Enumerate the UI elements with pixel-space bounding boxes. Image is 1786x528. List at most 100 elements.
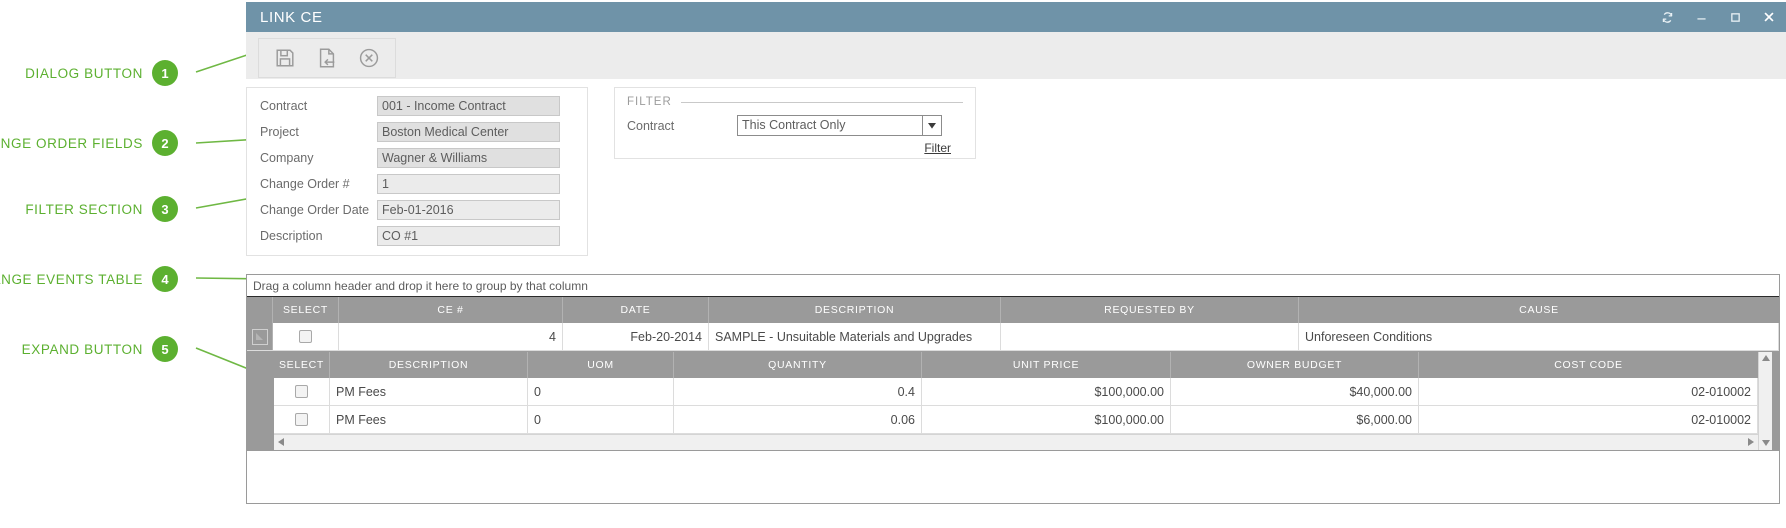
label-change-order-date: Change Order Date bbox=[247, 203, 377, 217]
collapse-triangle-icon[interactable] bbox=[252, 329, 268, 345]
scroll-right-icon[interactable] bbox=[1748, 438, 1754, 448]
detail-row-cost-code: 02-010002 bbox=[1419, 378, 1758, 405]
detail-header-uom[interactable]: UOM bbox=[528, 352, 674, 378]
detail-row-checkbox[interactable] bbox=[295, 413, 308, 426]
dialog-title: LINK CE bbox=[260, 9, 323, 26]
filter-legend-row: FILTER bbox=[615, 88, 975, 108]
field-row-contract: Contract 001 - Income Contract bbox=[247, 93, 587, 119]
window-controls bbox=[1650, 2, 1786, 32]
detail-table-row[interactable]: PM Fees 0 0.4 $100,000.00 $40,000.00 02-… bbox=[274, 378, 1758, 406]
detail-row-quantity: 0.06 bbox=[674, 406, 922, 433]
group-by-hint: Drag a column header and drop it here to… bbox=[253, 279, 588, 293]
detail-row-unit-price: $100,000.00 bbox=[922, 406, 1171, 433]
detail-horizontal-scrollbar[interactable] bbox=[274, 434, 1758, 450]
detail-vertical-scrollbar[interactable] bbox=[1758, 352, 1772, 450]
detail-header-quantity[interactable]: QUANTITY bbox=[674, 352, 922, 378]
change-event-items-table: SELECT DESCRIPTION UOM QUANTITY UNIT PRI… bbox=[273, 351, 1773, 451]
row-ce-number: 4 bbox=[339, 323, 563, 350]
row-description: SAMPLE - Unsuitable Materials and Upgrad… bbox=[709, 323, 1001, 350]
filter-divider bbox=[681, 102, 963, 103]
scroll-up-icon[interactable] bbox=[1762, 354, 1770, 363]
annotation-4-label: CHANGE EVENTS TABLE bbox=[0, 272, 143, 287]
row-cause: Unforeseen Conditions bbox=[1299, 323, 1779, 350]
annotation-1-badge: 1 bbox=[152, 60, 178, 86]
grid-header-requested-by[interactable]: REQUESTED BY bbox=[1001, 297, 1299, 323]
cancel-button[interactable] bbox=[351, 42, 387, 74]
field-row-project: Project Boston Medical Center bbox=[247, 119, 587, 145]
detail-header-cost-code[interactable]: COST CODE bbox=[1419, 352, 1758, 378]
close-icon[interactable] bbox=[1752, 2, 1786, 32]
detail-row-owner-budget: $40,000.00 bbox=[1171, 378, 1419, 405]
detail-header-description[interactable]: DESCRIPTION bbox=[330, 352, 528, 378]
label-project: Project bbox=[247, 125, 377, 139]
detail-grid-container: SELECT DESCRIPTION UOM QUANTITY UNIT PRI… bbox=[247, 351, 1779, 451]
input-description[interactable]: CO #1 bbox=[377, 226, 560, 246]
filter-contract-label: Contract bbox=[627, 119, 737, 133]
row-select-cell[interactable] bbox=[273, 323, 339, 350]
detail-table-row[interactable]: PM Fees 0 0.06 $100,000.00 $6,000.00 02-… bbox=[274, 406, 1758, 434]
import-button[interactable] bbox=[309, 42, 345, 74]
detail-row-owner-budget: $6,000.00 bbox=[1171, 406, 1419, 433]
field-row-change-order-date: Change Order Date Feb-01-2016 bbox=[247, 197, 587, 223]
field-row-description: Description CO #1 bbox=[247, 223, 587, 249]
chevron-down-icon[interactable] bbox=[922, 116, 941, 135]
annotation-2: CHANGE ORDER FIELDS 2 bbox=[0, 130, 178, 156]
detail-row-uom: 0 bbox=[528, 406, 674, 433]
refresh-icon[interactable] bbox=[1650, 2, 1684, 32]
expand-button[interactable] bbox=[247, 323, 273, 350]
grid-header-select[interactable]: SELECT bbox=[273, 297, 339, 323]
filter-section: FILTER Contract This Contract Only Filte… bbox=[614, 87, 976, 159]
grid-header-cause[interactable]: CAUSE bbox=[1299, 297, 1779, 323]
detail-header-row: SELECT DESCRIPTION UOM QUANTITY UNIT PRI… bbox=[274, 352, 1758, 378]
detail-row-unit-price: $100,000.00 bbox=[922, 378, 1171, 405]
dialog-titlebar: LINK CE bbox=[246, 2, 1786, 32]
detail-row-select-cell[interactable] bbox=[274, 406, 330, 433]
detail-row-cost-code: 02-010002 bbox=[1419, 406, 1758, 433]
scroll-left-icon[interactable] bbox=[278, 438, 284, 448]
filter-apply-link[interactable]: Filter bbox=[924, 141, 951, 155]
annotation-4: CHANGE EVENTS TABLE 4 bbox=[0, 266, 178, 292]
filter-contract-select[interactable]: This Contract Only bbox=[737, 115, 942, 136]
detail-header-owner-budget[interactable]: OWNER BUDGET bbox=[1171, 352, 1419, 378]
input-project[interactable]: Boston Medical Center bbox=[377, 122, 560, 142]
filter-legend: FILTER bbox=[627, 96, 672, 108]
link-ce-dialog: LINK CE bbox=[246, 2, 1786, 512]
annotation-3-label: FILTER SECTION bbox=[25, 202, 143, 217]
detail-header-select[interactable]: SELECT bbox=[274, 352, 330, 378]
input-company[interactable]: Wagner & Williams bbox=[377, 148, 560, 168]
grid-header-ce-number[interactable]: CE # bbox=[339, 297, 563, 323]
table-row[interactable]: 4 Feb-20-2014 SAMPLE - Unsuitable Materi… bbox=[247, 323, 1779, 351]
detail-header-unit-price[interactable]: UNIT PRICE bbox=[922, 352, 1171, 378]
row-requested-by bbox=[1001, 323, 1299, 350]
detail-row-select-cell[interactable] bbox=[274, 378, 330, 405]
annotation-1: DIALOG BUTTON 1 bbox=[25, 60, 178, 86]
grid-header-description[interactable]: DESCRIPTION bbox=[709, 297, 1001, 323]
filter-contract-value: This Contract Only bbox=[738, 116, 922, 135]
filter-link-row: Filter bbox=[615, 136, 975, 157]
annotation-4-badge: 4 bbox=[152, 266, 178, 292]
detail-row-uom: 0 bbox=[528, 378, 674, 405]
input-change-order-date[interactable]: Feb-01-2016 bbox=[377, 200, 560, 220]
annotation-5-label: EXPAND BUTTON bbox=[22, 342, 143, 357]
annotation-1-label: DIALOG BUTTON bbox=[25, 66, 143, 81]
maximize-icon[interactable] bbox=[1718, 2, 1752, 32]
input-change-order-number[interactable]: 1 bbox=[377, 174, 560, 194]
save-button[interactable] bbox=[267, 42, 303, 74]
input-contract[interactable]: 001 - Income Contract bbox=[377, 96, 560, 116]
detail-grid-main: SELECT DESCRIPTION UOM QUANTITY UNIT PRI… bbox=[274, 352, 1758, 450]
label-company: Company bbox=[247, 151, 377, 165]
group-by-drop-area[interactable]: Drag a column header and drop it here to… bbox=[247, 275, 1779, 297]
annotation-3: FILTER SECTION 3 bbox=[25, 196, 178, 222]
label-change-order-number: Change Order # bbox=[247, 177, 377, 191]
row-checkbox[interactable] bbox=[299, 330, 312, 343]
grid-header-date[interactable]: DATE bbox=[563, 297, 709, 323]
scroll-down-icon[interactable] bbox=[1762, 439, 1770, 448]
detail-row-checkbox[interactable] bbox=[295, 385, 308, 398]
change-order-fields-panel: Contract 001 - Income Contract Project B… bbox=[246, 87, 588, 256]
grid-header-row: SELECT CE # DATE DESCRIPTION REQUESTED B… bbox=[247, 297, 1779, 323]
annotation-3-badge: 3 bbox=[152, 196, 178, 222]
detail-row-description: PM Fees bbox=[330, 406, 528, 433]
minimize-icon[interactable] bbox=[1684, 2, 1718, 32]
dialog-toolbar bbox=[246, 32, 1786, 79]
annotation-column: DIALOG BUTTON 1 CHANGE ORDER FIELDS 2 FI… bbox=[0, 0, 260, 528]
